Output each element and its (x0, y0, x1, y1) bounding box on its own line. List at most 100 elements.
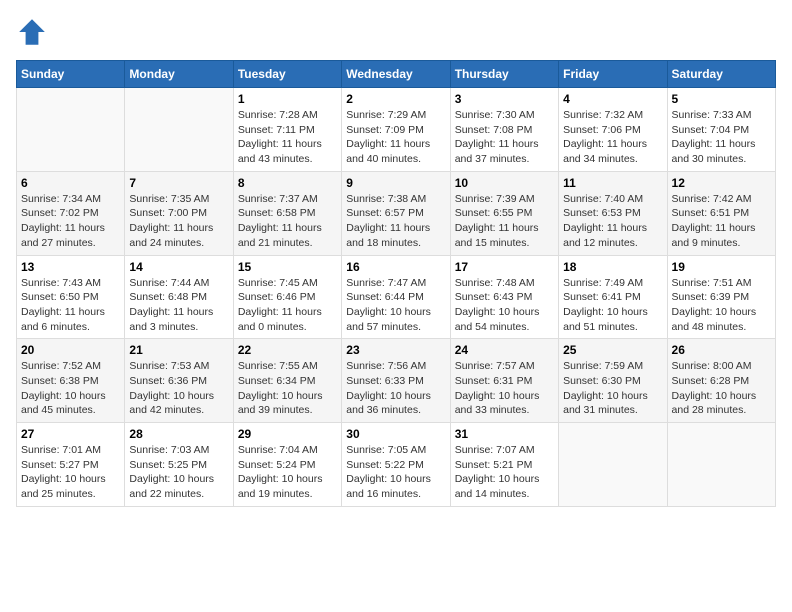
weekday-header-monday: Monday (125, 61, 233, 88)
calendar-cell: 1Sunrise: 7:28 AM Sunset: 7:11 PM Daylig… (233, 88, 341, 172)
calendar-cell: 19 Sunrise: 7:51 AM Sunset: 6:39 PM Dayli… (667, 255, 775, 339)
day-number: 21 (129, 343, 228, 357)
day-number: 12 (672, 176, 771, 190)
weekday-header-wednesday: Wednesday (342, 61, 450, 88)
day-info: Sunrise: 7:48 AM Sunset: 6:43 PM Dayligh… (455, 276, 554, 335)
day-info: Sunrise: 7:42 AM Sunset: 6:51 PM Dayligh… (672, 192, 771, 251)
day-info: Sunrise: 7:45 AM Sunset: 6:46 PM Dayligh… (238, 276, 337, 335)
logo (16, 16, 52, 48)
weekday-header-tuesday: Tuesday (233, 61, 341, 88)
day-number: 8 (238, 176, 337, 190)
day-info: Sunrise: 7:55 AM Sunset: 6:34 PM Dayligh… (238, 359, 337, 418)
day-info: Sunrise: 7:44 AM Sunset: 6:48 PM Dayligh… (129, 276, 228, 335)
calendar-week-3: 13Sunrise: 7:43 AM Sunset: 6:50 PM Dayli… (17, 255, 776, 339)
day-info: Sunrise: 7:34 AM Sunset: 7:02 PM Dayligh… (21, 192, 120, 251)
day-info: Sunrise: 7:47 AM Sunset: 6:44 PM Dayligh… (346, 276, 445, 335)
day-number: 16 (346, 260, 445, 274)
day-number: 19 (672, 260, 771, 274)
calendar-cell: 10 Sunrise: 7:39 AM Sunset: 6:55 PM Dayli… (450, 171, 558, 255)
calendar-cell: 21 Sunrise: 7:53 AM Sunset: 6:36 PM Dayli… (125, 339, 233, 423)
day-number: 26 (672, 343, 771, 357)
day-info: Sunrise: 7:35 AM Sunset: 7:00 PM Dayligh… (129, 192, 228, 251)
calendar-cell: 13Sunrise: 7:43 AM Sunset: 6:50 PM Dayli… (17, 255, 125, 339)
day-number: 10 (455, 176, 554, 190)
day-info: Sunrise: 7:32 AM Sunset: 7:06 PM Dayligh… (563, 108, 662, 167)
calendar-cell: 14 Sunrise: 7:44 AM Sunset: 6:48 PM Dayli… (125, 255, 233, 339)
calendar-cell: 8 Sunrise: 7:37 AM Sunset: 6:58 PM Daylig… (233, 171, 341, 255)
calendar-cell: 31Sunrise: 7:07 AM Sunset: 5:21 PM Dayli… (450, 423, 558, 507)
calendar-cell: 9 Sunrise: 7:38 AM Sunset: 6:57 PM Daylig… (342, 171, 450, 255)
weekday-header-saturday: Saturday (667, 61, 775, 88)
calendar-cell: 23 Sunrise: 7:56 AM Sunset: 6:33 PM Dayli… (342, 339, 450, 423)
calendar-cell: 26 Sunrise: 8:00 AM Sunset: 6:28 PM Dayli… (667, 339, 775, 423)
day-number: 27 (21, 427, 120, 441)
day-info: Sunrise: 7:40 AM Sunset: 6:53 PM Dayligh… (563, 192, 662, 251)
day-number: 14 (129, 260, 228, 274)
calendar-cell: 27 Sunrise: 7:01 AM Sunset: 5:27 PM Dayli… (17, 423, 125, 507)
day-info: Sunrise: 7:38 AM Sunset: 6:57 PM Dayligh… (346, 192, 445, 251)
day-number: 24 (455, 343, 554, 357)
day-number: 20 (21, 343, 120, 357)
weekday-header-friday: Friday (559, 61, 667, 88)
day-number: 18 (563, 260, 662, 274)
day-info: Sunrise: 7:01 AM Sunset: 5:27 PM Dayligh… (21, 443, 120, 502)
day-info: Sunrise: 7:43 AM Sunset: 6:50 PM Dayligh… (21, 276, 120, 335)
day-number: 23 (346, 343, 445, 357)
day-number: 28 (129, 427, 228, 441)
calendar-cell (17, 88, 125, 172)
calendar-cell: 22 Sunrise: 7:55 AM Sunset: 6:34 PM Dayli… (233, 339, 341, 423)
weekday-header-thursday: Thursday (450, 61, 558, 88)
day-info: Sunrise: 7:03 AM Sunset: 5:25 PM Dayligh… (129, 443, 228, 502)
calendar-cell (125, 88, 233, 172)
day-info: Sunrise: 7:52 AM Sunset: 6:38 PM Dayligh… (21, 359, 120, 418)
calendar-cell: 29Sunrise: 7:04 AM Sunset: 5:24 PM Dayli… (233, 423, 341, 507)
calendar-cell: 25 Sunrise: 7:59 AM Sunset: 6:30 PM Dayli… (559, 339, 667, 423)
day-number: 30 (346, 427, 445, 441)
day-number: 5 (672, 92, 771, 106)
day-number: 4 (563, 92, 662, 106)
day-info: Sunrise: 7:29 AM Sunset: 7:09 PM Dayligh… (346, 108, 445, 167)
calendar-week-2: 6 Sunrise: 7:34 AM Sunset: 7:02 PM Daylig… (17, 171, 776, 255)
calendar-cell: 18 Sunrise: 7:49 AM Sunset: 6:41 PM Dayli… (559, 255, 667, 339)
day-number: 17 (455, 260, 554, 274)
day-info: Sunrise: 7:57 AM Sunset: 6:31 PM Dayligh… (455, 359, 554, 418)
day-number: 25 (563, 343, 662, 357)
day-info: Sunrise: 7:39 AM Sunset: 6:55 PM Dayligh… (455, 192, 554, 251)
day-number: 11 (563, 176, 662, 190)
calendar-cell: 30 Sunrise: 7:05 AM Sunset: 5:22 PM Dayli… (342, 423, 450, 507)
day-info: Sunrise: 7:49 AM Sunset: 6:41 PM Dayligh… (563, 276, 662, 335)
calendar-body: 1Sunrise: 7:28 AM Sunset: 7:11 PM Daylig… (17, 88, 776, 507)
day-info: Sunrise: 7:53 AM Sunset: 6:36 PM Dayligh… (129, 359, 228, 418)
calendar-cell: 11 Sunrise: 7:40 AM Sunset: 6:53 PM Dayli… (559, 171, 667, 255)
day-info: Sunrise: 7:37 AM Sunset: 6:58 PM Dayligh… (238, 192, 337, 251)
logo-icon (16, 16, 48, 48)
calendar-cell (667, 423, 775, 507)
day-info: Sunrise: 8:00 AM Sunset: 6:28 PM Dayligh… (672, 359, 771, 418)
calendar-week-1: 1Sunrise: 7:28 AM Sunset: 7:11 PM Daylig… (17, 88, 776, 172)
day-info: Sunrise: 7:56 AM Sunset: 6:33 PM Dayligh… (346, 359, 445, 418)
calendar-cell: 20 Sunrise: 7:52 AM Sunset: 6:38 PM Dayli… (17, 339, 125, 423)
calendar-cell: 7 Sunrise: 7:35 AM Sunset: 7:00 PM Daylig… (125, 171, 233, 255)
calendar-header: SundayMondayTuesdayWednesdayThursdayFrid… (17, 61, 776, 88)
day-number: 9 (346, 176, 445, 190)
day-info: Sunrise: 7:28 AM Sunset: 7:11 PM Dayligh… (238, 108, 337, 167)
day-info: Sunrise: 7:05 AM Sunset: 5:22 PM Dayligh… (346, 443, 445, 502)
day-number: 22 (238, 343, 337, 357)
day-number: 15 (238, 260, 337, 274)
calendar-cell: 3Sunrise: 7:30 AM Sunset: 7:08 PM Daylig… (450, 88, 558, 172)
day-number: 2 (346, 92, 445, 106)
day-number: 6 (21, 176, 120, 190)
day-info: Sunrise: 7:59 AM Sunset: 6:30 PM Dayligh… (563, 359, 662, 418)
day-info: Sunrise: 7:51 AM Sunset: 6:39 PM Dayligh… (672, 276, 771, 335)
day-number: 7 (129, 176, 228, 190)
calendar-cell: 12 Sunrise: 7:42 AM Sunset: 6:51 PM Dayli… (667, 171, 775, 255)
calendar-week-4: 20 Sunrise: 7:52 AM Sunset: 6:38 PM Dayli… (17, 339, 776, 423)
weekday-header-sunday: Sunday (17, 61, 125, 88)
calendar-week-5: 27 Sunrise: 7:01 AM Sunset: 5:27 PM Dayli… (17, 423, 776, 507)
calendar-cell: 24 Sunrise: 7:57 AM Sunset: 6:31 PM Dayli… (450, 339, 558, 423)
calendar-cell: 28 Sunrise: 7:03 AM Sunset: 5:25 PM Dayli… (125, 423, 233, 507)
day-info: Sunrise: 7:04 AM Sunset: 5:24 PM Dayligh… (238, 443, 337, 502)
calendar-cell: 17 Sunrise: 7:48 AM Sunset: 6:43 PM Dayli… (450, 255, 558, 339)
calendar-table: SundayMondayTuesdayWednesdayThursdayFrid… (16, 60, 776, 507)
page-header (16, 16, 776, 48)
